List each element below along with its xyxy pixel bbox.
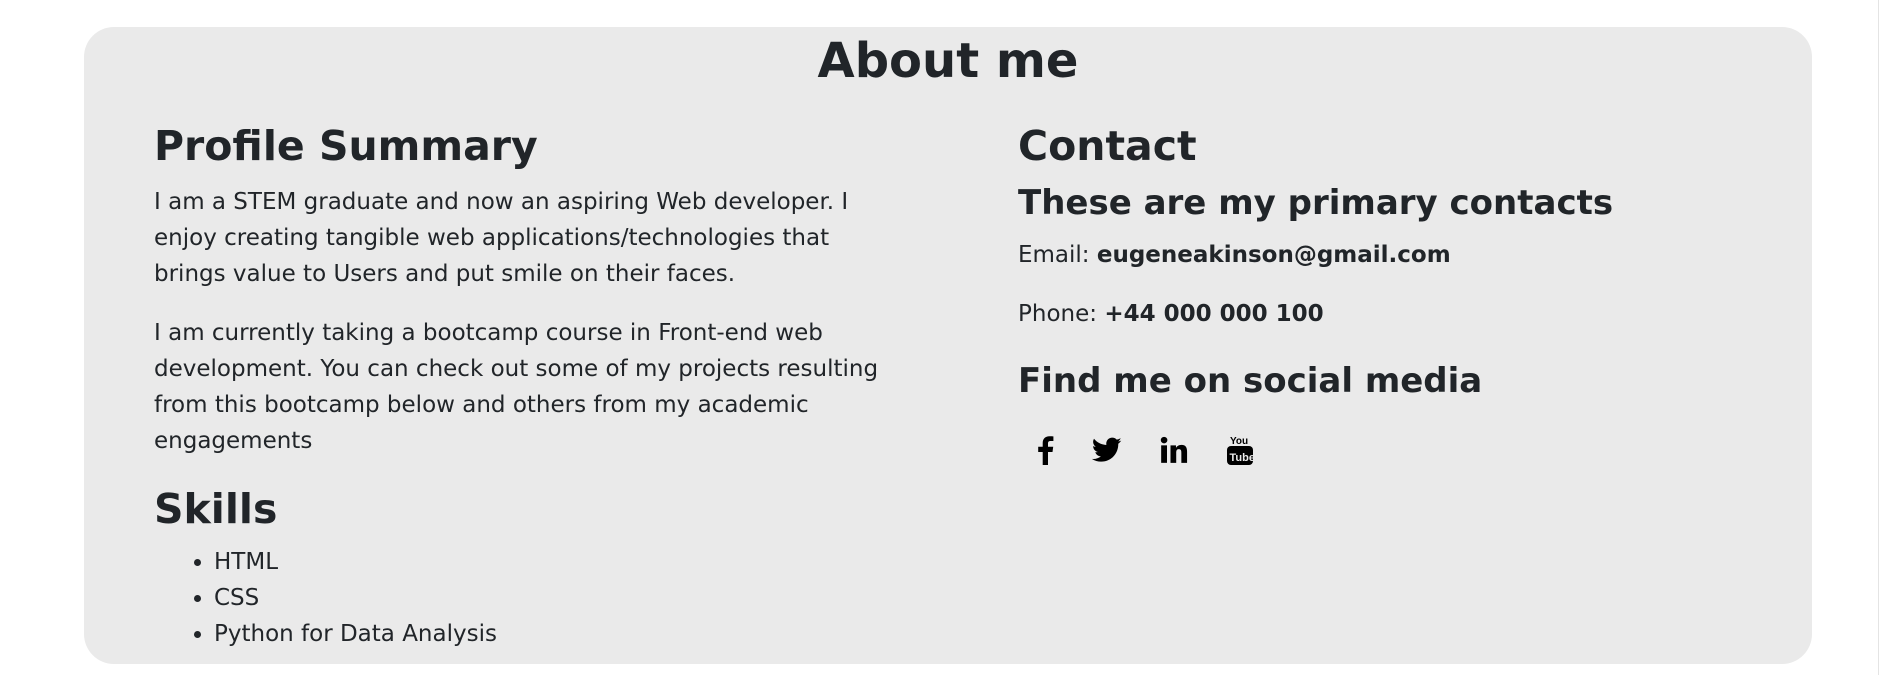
profile-summary-paragraph-2: I am currently taking a bootcamp course … bbox=[154, 320, 879, 455]
contact-subheading: These are my primary contacts bbox=[1018, 183, 1614, 224]
social-media-heading: Find me on social media bbox=[1018, 360, 1483, 401]
phone-value: +44 000 000 100 bbox=[1104, 300, 1324, 327]
skills-heading: Skills bbox=[154, 485, 278, 534]
phone-label: Phone: bbox=[1018, 300, 1105, 327]
skill-item-python: Python for Data Analysis bbox=[214, 616, 904, 652]
profile-summary-paragraph-1: I am a STEM graduate and now an aspiring… bbox=[154, 189, 849, 288]
contact-heading: Contact bbox=[1018, 122, 1197, 170]
page-scrollbar[interactable] bbox=[1878, 0, 1896, 675]
profile-summary-heading: Profile Summary bbox=[154, 122, 538, 170]
youtube-icon[interactable]: You Tube bbox=[1226, 432, 1254, 468]
skill-item-html: HTML bbox=[214, 544, 904, 580]
phone-line: Phone: +44 000 000 100 bbox=[1018, 299, 1718, 329]
profile-column: Profile Summary I am a STEM graduate and… bbox=[154, 122, 904, 652]
skill-item-css: CSS bbox=[214, 580, 904, 616]
svg-text:Tube: Tube bbox=[1230, 452, 1255, 464]
email-label: Email: bbox=[1018, 241, 1097, 268]
linkedin-icon[interactable] bbox=[1160, 432, 1188, 468]
email-line: Email: eugeneakinson@gmail.com bbox=[1018, 240, 1718, 270]
skills-list: HTML CSS Python for Data Analysis bbox=[154, 544, 904, 652]
twitter-icon[interactable] bbox=[1092, 432, 1122, 468]
contact-column: Contact These are my primary contacts Em… bbox=[1018, 122, 1718, 468]
social-links: You Tube bbox=[1018, 432, 1718, 468]
email-value: eugeneakinson@gmail.com bbox=[1096, 241, 1451, 268]
facebook-icon[interactable] bbox=[1036, 432, 1054, 468]
svg-text:You: You bbox=[1230, 436, 1248, 447]
about-title: About me bbox=[817, 33, 1079, 89]
about-section: About me Profile Summary I am a STEM gra… bbox=[84, 27, 1812, 664]
